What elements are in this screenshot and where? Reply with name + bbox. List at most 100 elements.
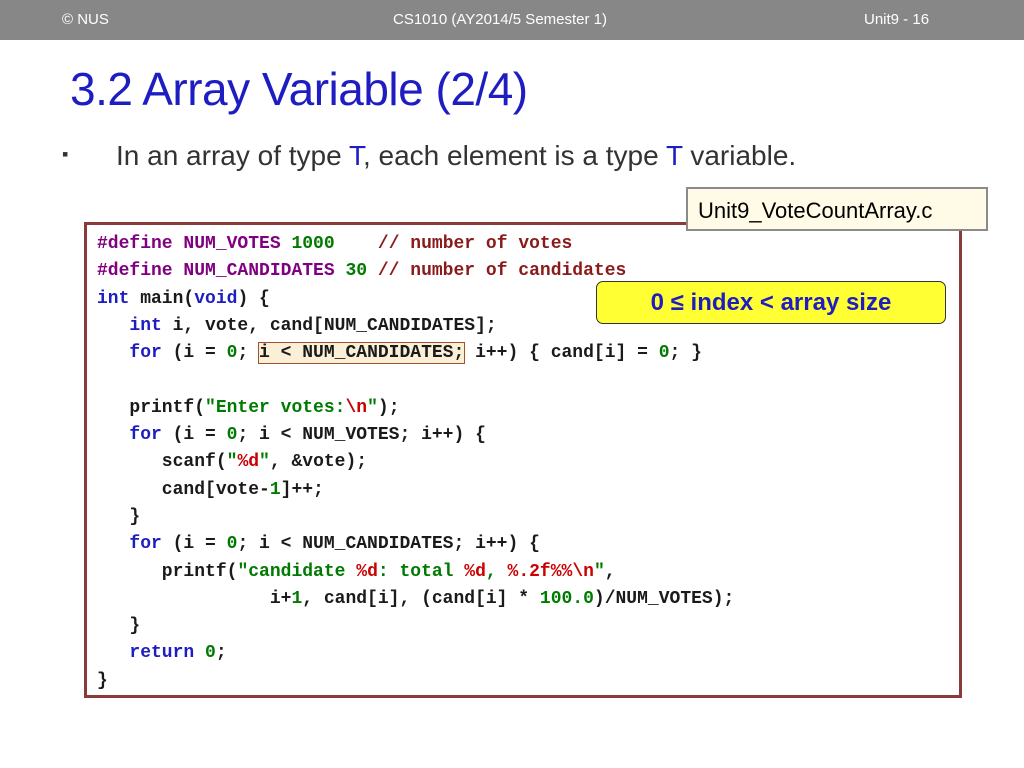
code-token: " [593, 561, 605, 582]
code-token: int [97, 288, 130, 309]
code-token: , cand[i], (cand[i] * [302, 588, 540, 609]
code-token: for [129, 534, 162, 555]
code-token: cand[vote- [97, 479, 270, 500]
code-token: 30 [345, 261, 368, 282]
code-token: %d [464, 561, 486, 582]
code-line: } [97, 668, 734, 695]
code-token: ; i < NUM_VOTES; i++) { [237, 425, 486, 446]
code-token: %.2f%% [507, 561, 573, 582]
code-line: return 0; [97, 640, 734, 667]
code-token: 0 [658, 343, 670, 364]
code-token: { [529, 343, 540, 364]
code-token: 1000 [291, 234, 335, 254]
code-token: int [129, 315, 162, 336]
file-name-label: Unit9_VoteCountArray.c [686, 187, 988, 231]
code-token: 0 [226, 534, 238, 555]
code-token: , [485, 561, 508, 582]
code-token: %d [356, 561, 378, 582]
code-token: printf( [97, 397, 206, 418]
code-token: , [604, 561, 616, 582]
code-line: } [97, 504, 734, 531]
code-token: 1 [291, 588, 303, 609]
code-token: %d [237, 452, 260, 473]
bullet-square-icon: ▪ [62, 144, 69, 164]
code-token: scanf( [97, 452, 227, 473]
code-token: (i = [161, 343, 227, 364]
code-line: cand[vote-1]++; [97, 477, 734, 504]
bullet-type-highlight: T [348, 140, 363, 171]
code-line: #define NUM_VOTES 1000 // number of vote… [97, 231, 734, 258]
code-token: 0 [226, 343, 238, 364]
code-line: for (i = 0; i < NUM_CANDIDATES; i++) { [97, 531, 734, 558]
bullet-text: In an array of type T, each element is a… [116, 140, 796, 172]
header-page-number: Unit9 - 16 [864, 11, 930, 28]
code-token: , &vote); [269, 452, 368, 473]
header-bar: © NUS CS1010 (AY2014/5 Semester 1) Unit9… [0, 0, 1024, 40]
code-line: i+1, cand[i], (cand[i] * 100.0)/NUM_VOTE… [97, 586, 735, 613]
code-line: } [97, 613, 734, 640]
code-line: printf("Enter votes:\n"); [97, 395, 734, 422]
code-token: i, vote, cand[NUM_CANDIDATES]; [161, 315, 497, 336]
code-line: for (i = 0; i < NUM_CANDIDATES; i++) { c… [97, 340, 734, 367]
code-token: "candidate [237, 561, 357, 582]
code-line: scanf("%d", &vote); [97, 449, 734, 476]
code-token: // number of candidates [377, 261, 627, 282]
header-course: CS1010 (AY2014/5 Semester 1) [393, 11, 608, 28]
code-token: void [194, 288, 238, 309]
code-token: " [259, 452, 270, 473]
code-token: \n [572, 561, 594, 582]
bullet-text-part: variable. [682, 140, 797, 171]
code-token: (i = [161, 534, 227, 555]
header-copyright: © NUS [62, 11, 109, 28]
slide-title: 3.2 Array Variable (2/4) [70, 63, 528, 115]
code-token: // number of votes [377, 234, 573, 254]
bullet-text-part: , each element is a type [362, 140, 666, 171]
code-token: 1 [269, 479, 281, 500]
code-token: cand[i] = [539, 343, 659, 364]
code-token: for [129, 343, 162, 364]
code-token: " [226, 452, 238, 473]
code-token: #define [97, 261, 184, 282]
code-token: ) { [237, 288, 270, 309]
code-token: } [97, 506, 141, 527]
bullet-type-highlight: T [665, 140, 683, 171]
code-token: 100.0 [539, 588, 594, 609]
code-token: "Enter votes: [205, 397, 346, 418]
code-token: " [367, 397, 378, 418]
code-token: 0 [205, 643, 216, 664]
code-token: } [97, 670, 108, 691]
code-token: for [129, 425, 162, 446]
code-token: : total [377, 561, 465, 582]
code-token: i++) [464, 343, 530, 364]
code-token: printf( [97, 561, 238, 582]
code-line: for (i = 0; i < NUM_VOTES; i++) { [97, 422, 734, 449]
code-token: (i = [161, 425, 227, 446]
code-token: ]++; [280, 479, 324, 500]
code-token: ); [377, 397, 400, 418]
code-token: ; [215, 643, 227, 664]
highlighted-condition: i < NUM_CANDIDATES; [258, 342, 466, 365]
code-token: )/NUM_VOTES); [593, 588, 735, 609]
code-token: } [97, 616, 141, 637]
code-token: ; [237, 343, 260, 364]
code-token: return [129, 643, 195, 664]
code-token: ; } [669, 343, 702, 364]
code-line: printf("candidate %d: total %d, %.2f%%\n… [97, 559, 734, 586]
code-token: i+ [97, 588, 292, 609]
code-token: #define [97, 234, 184, 254]
code-token: NUM_CANDIDATES [183, 261, 346, 282]
code-token: main( [129, 288, 195, 309]
code-token: ; i < NUM_CANDIDATES; i++) { [237, 534, 540, 555]
bullet-text-part: In an array of type [116, 140, 349, 171]
code-token: 0 [226, 425, 238, 446]
index-range-callout: 0 ≤ index < array size [596, 281, 946, 324]
